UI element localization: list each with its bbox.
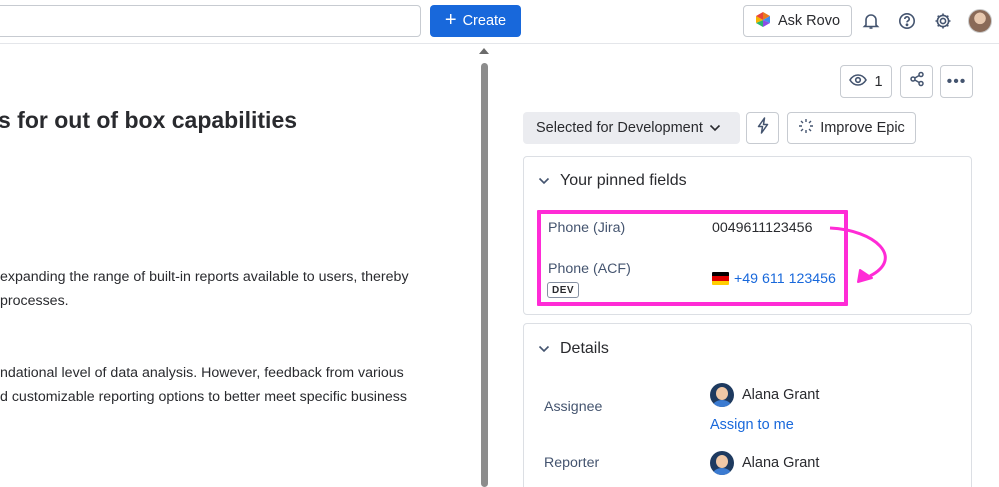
reporter-label: Reporter [544,455,600,471]
rovo-icon [755,11,771,32]
more-horizontal-icon: ••• [946,72,967,90]
chevron-down-icon [538,172,550,190]
user-avatar[interactable] [968,9,992,33]
ask-rovo-button[interactable]: Ask Rovo [743,5,852,37]
description-line: expanding the range of built-in reports … [0,269,409,285]
notifications-bell-icon[interactable] [860,10,882,32]
more-actions-button[interactable]: ••• [940,65,973,98]
reporter-avatar [710,451,734,475]
scroll-up-arrow-icon[interactable] [479,48,489,54]
description-line: processes. [0,293,69,309]
annotation-arrow-icon [820,218,900,293]
automation-button[interactable] [746,112,779,144]
reporter-user[interactable]: Alana Grant [710,451,819,475]
share-icon [909,71,925,92]
search-input[interactable] [0,5,421,37]
assignee-name: Alana Grant [742,387,820,403]
share-button[interactable] [900,65,933,98]
assignee-avatar [710,383,734,407]
assignee-label: Assignee [544,399,603,415]
lightning-bolt-icon [757,117,769,139]
improve-epic-button[interactable]: Improve Epic [787,112,916,144]
issue-description-pane: s for out of box capabilities expanding … [0,45,480,487]
pinned-fields-header[interactable]: Your pinned fields [538,172,687,190]
details-header[interactable]: Details [538,340,609,358]
create-button-label: Create [462,13,507,29]
create-button[interactable]: + Create [430,5,521,37]
watch-button[interactable]: 1 [840,65,892,98]
ask-rovo-label: Ask Rovo [777,13,841,29]
status-dropdown[interactable]: Selected for Development [523,112,740,144]
description-line: ndational level of data analysis. Howeve… [0,365,404,381]
description-line: d customizable reporting options to bett… [0,389,407,405]
help-icon[interactable] [896,10,918,32]
pinned-fields-heading: Your pinned fields [560,172,687,189]
assign-to-me-link[interactable]: Assign to me [710,417,794,433]
annotation-highlight-box [537,210,848,306]
reporter-name: Alana Grant [742,455,820,471]
details-heading: Details [560,340,609,357]
chevron-down-icon [538,340,550,358]
improve-epic-label: Improve Epic [820,120,905,136]
top-navigation-bar: + Create Ask Rovo [0,0,999,44]
status-label: Selected for Development [536,120,703,136]
scrollbar-thumb[interactable] [481,63,488,487]
assignee-user[interactable]: Alana Grant [710,383,819,407]
settings-gear-icon[interactable] [932,10,954,32]
watch-count: 1 [874,73,883,90]
sparkle-icon [798,118,814,138]
eye-icon [849,73,868,90]
plus-icon: + [444,9,457,31]
chevron-down-icon [709,120,721,136]
issue-title[interactable]: s for out of box capabilities [0,107,297,134]
